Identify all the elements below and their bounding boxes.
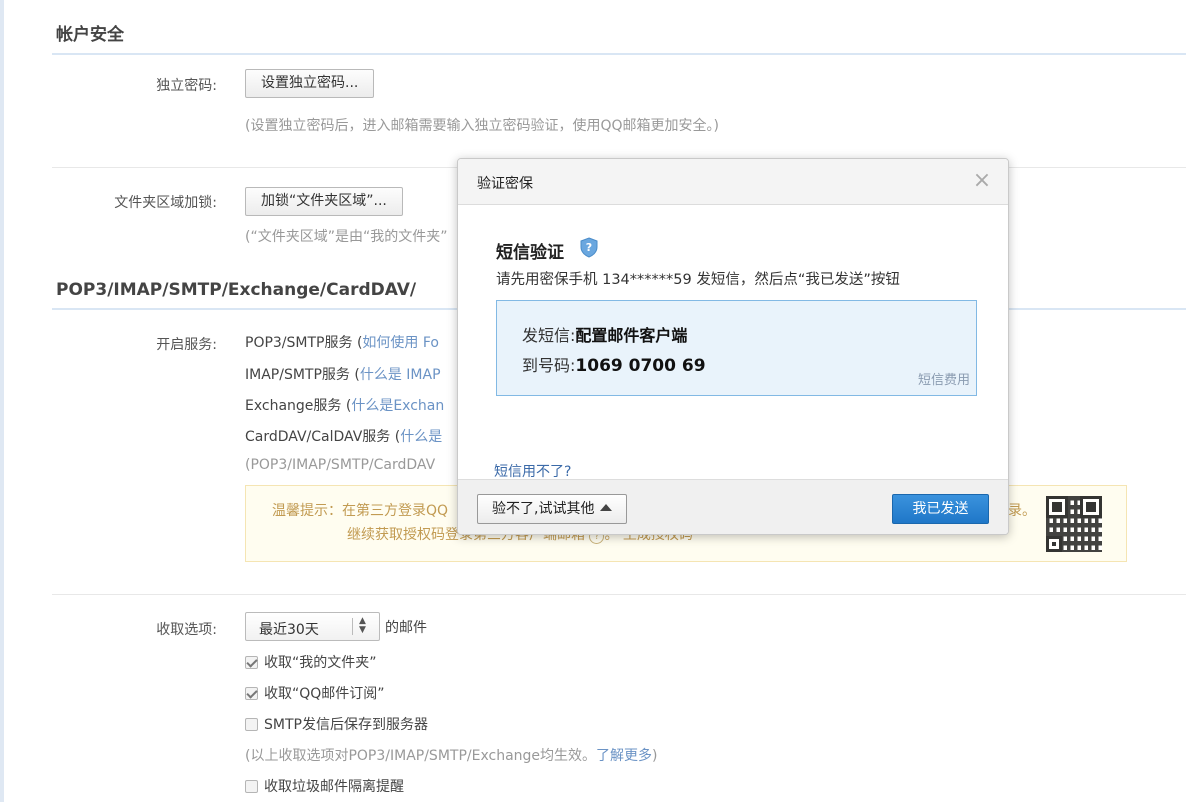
service-name: Exchange服务 ( [245, 398, 352, 414]
option-smtp-save[interactable]: SMTP发信后保存到服务器 [245, 714, 428, 734]
send-label: 发短信: [522, 326, 576, 345]
select-separator [352, 618, 353, 635]
service-exchange: Exchange服务 (什么是Exchan [245, 395, 444, 415]
svg-text:?: ? [586, 241, 592, 254]
sms-info-box: 发短信:配置邮件客户端 到号码:1069 0700 69 短信费用 [496, 300, 977, 396]
i-have-sent-button[interactable]: 我已发送 [892, 494, 989, 524]
service-help-link[interactable]: 什么是 IMAP [360, 367, 441, 383]
try-other-method-button[interactable]: 验不了,试试其他 [477, 494, 628, 524]
updown-arrows-icon: ▲ ▼ [359, 616, 366, 635]
enable-service-label: 开启服务: [156, 337, 217, 353]
dialog-footer: 验不了,试试其他 我已发送 [458, 479, 1008, 534]
qr-code-icon [1046, 496, 1102, 552]
service-help-link[interactable]: 什么是 [400, 429, 442, 445]
folder-lock-hint: (“文件夹区域”是由“我的文件夹” [245, 229, 448, 245]
service-help-link[interactable]: 什么是Exchan [351, 398, 444, 414]
option-my-folders[interactable]: 收取“我的文件夹” [245, 652, 377, 672]
option-junk-reminder[interactable]: 收取垃圾邮件隔离提醒 [245, 776, 404, 796]
sms-content-line: 发短信:配置邮件客户端 [522, 322, 687, 346]
option-label: 收取“我的文件夹” [264, 655, 377, 671]
set-independent-password-button[interactable]: 设置独立密码... [245, 69, 375, 98]
sms-instructions: 请先用密保手机 134******59 发短信，然后点“我已发送”按钮 [496, 272, 900, 288]
sms-number: 1069 0700 69 [575, 356, 706, 376]
settings-page: 帐户安全 独立密码: 设置独立密码... (设置独立密码后，进入邮箱需要输入独立… [0, 0, 1186, 802]
learn-more-link[interactable]: 了解更多 [596, 748, 652, 764]
independent-password-hint: (设置独立密码后，进入邮箱需要输入独立密码验证，使用QQ邮箱更加安全。) [245, 118, 719, 134]
folder-lock-label: 文件夹区域加锁: [114, 195, 217, 211]
independent-password-label: 独立密码: [156, 78, 217, 94]
notice-line1: 温馨提示：在第三方登录QQ [272, 503, 449, 519]
service-imap-smtp: IMAP/SMTP服务 (什么是 IMAP [245, 364, 441, 384]
alt-button-label: 验不了,试试其他 [492, 501, 595, 517]
close-icon[interactable]: × [970, 169, 994, 193]
service-help-link[interactable]: 如何使用 Fo [362, 335, 439, 351]
option-label: 收取“QQ邮件订阅” [264, 686, 385, 702]
protocols-hint: (POP3/IMAP/SMTP/CardDAV [245, 457, 436, 473]
select-value: 最近30天 [259, 622, 319, 638]
option-label: 收取垃圾邮件隔离提醒 [264, 779, 404, 795]
service-name: IMAP/SMTP服务 ( [245, 367, 360, 383]
divider [52, 594, 1186, 595]
service-name: POP3/SMTP服务 ( [245, 335, 363, 351]
checkbox-checked[interactable] [245, 656, 258, 669]
checkbox-unchecked[interactable] [245, 780, 258, 793]
service-carddav-caldav: CardDAV/CalDAV服务 (什么是 [245, 426, 442, 446]
receive-options-hint: (以上收取选项对POP3/IMAP/SMTP/Exchange均生效。了解更多) [245, 745, 658, 765]
shield-question-icon: ? [580, 237, 598, 258]
dialog-title: 验证密保 [477, 176, 533, 192]
hint-end: ) [652, 748, 658, 764]
sms-content: 配置邮件客户端 [575, 326, 688, 345]
service-name: CardDAV/CalDAV服务 ( [245, 429, 401, 445]
sms-unavailable-link[interactable]: 短信用不了? [494, 461, 571, 481]
option-label: SMTP发信后保存到服务器 [264, 717, 428, 733]
section-title-account-security: 帐户安全 [52, 20, 1186, 55]
lock-folder-area-button[interactable]: 加锁“文件夹区域”... [245, 187, 403, 216]
verify-security-dialog: 验证密保 × 短信验证 ? 请先用密保手机 134******59 发短信，然后… [457, 158, 1009, 535]
notice-line1-tail: 录。 [1008, 503, 1036, 519]
sms-fee-note: 短信费用 [917, 373, 970, 388]
checkbox-checked[interactable] [245, 687, 258, 700]
to-label: 到号码: [522, 356, 576, 375]
receive-options-label: 收取选项: [156, 622, 217, 638]
checkbox-unchecked[interactable] [245, 718, 258, 731]
select-suffix: 的邮件 [385, 620, 427, 636]
receive-range-select[interactable]: 最近30天 ▲ ▼ [245, 612, 380, 641]
service-pop3-smtp: POP3/SMTP服务 (如何使用 Fo [245, 332, 439, 352]
hint-text: (以上收取选项对POP3/IMAP/SMTP/Exchange均生效。 [245, 748, 597, 764]
sms-number-line: 到号码:1069 0700 69 [522, 352, 706, 376]
dialog-header: 验证密保 × [458, 159, 1008, 205]
option-qq-subscription[interactable]: 收取“QQ邮件订阅” [245, 683, 385, 703]
sms-verification-title: 短信验证 [496, 243, 564, 263]
caret-up-icon [600, 504, 613, 511]
